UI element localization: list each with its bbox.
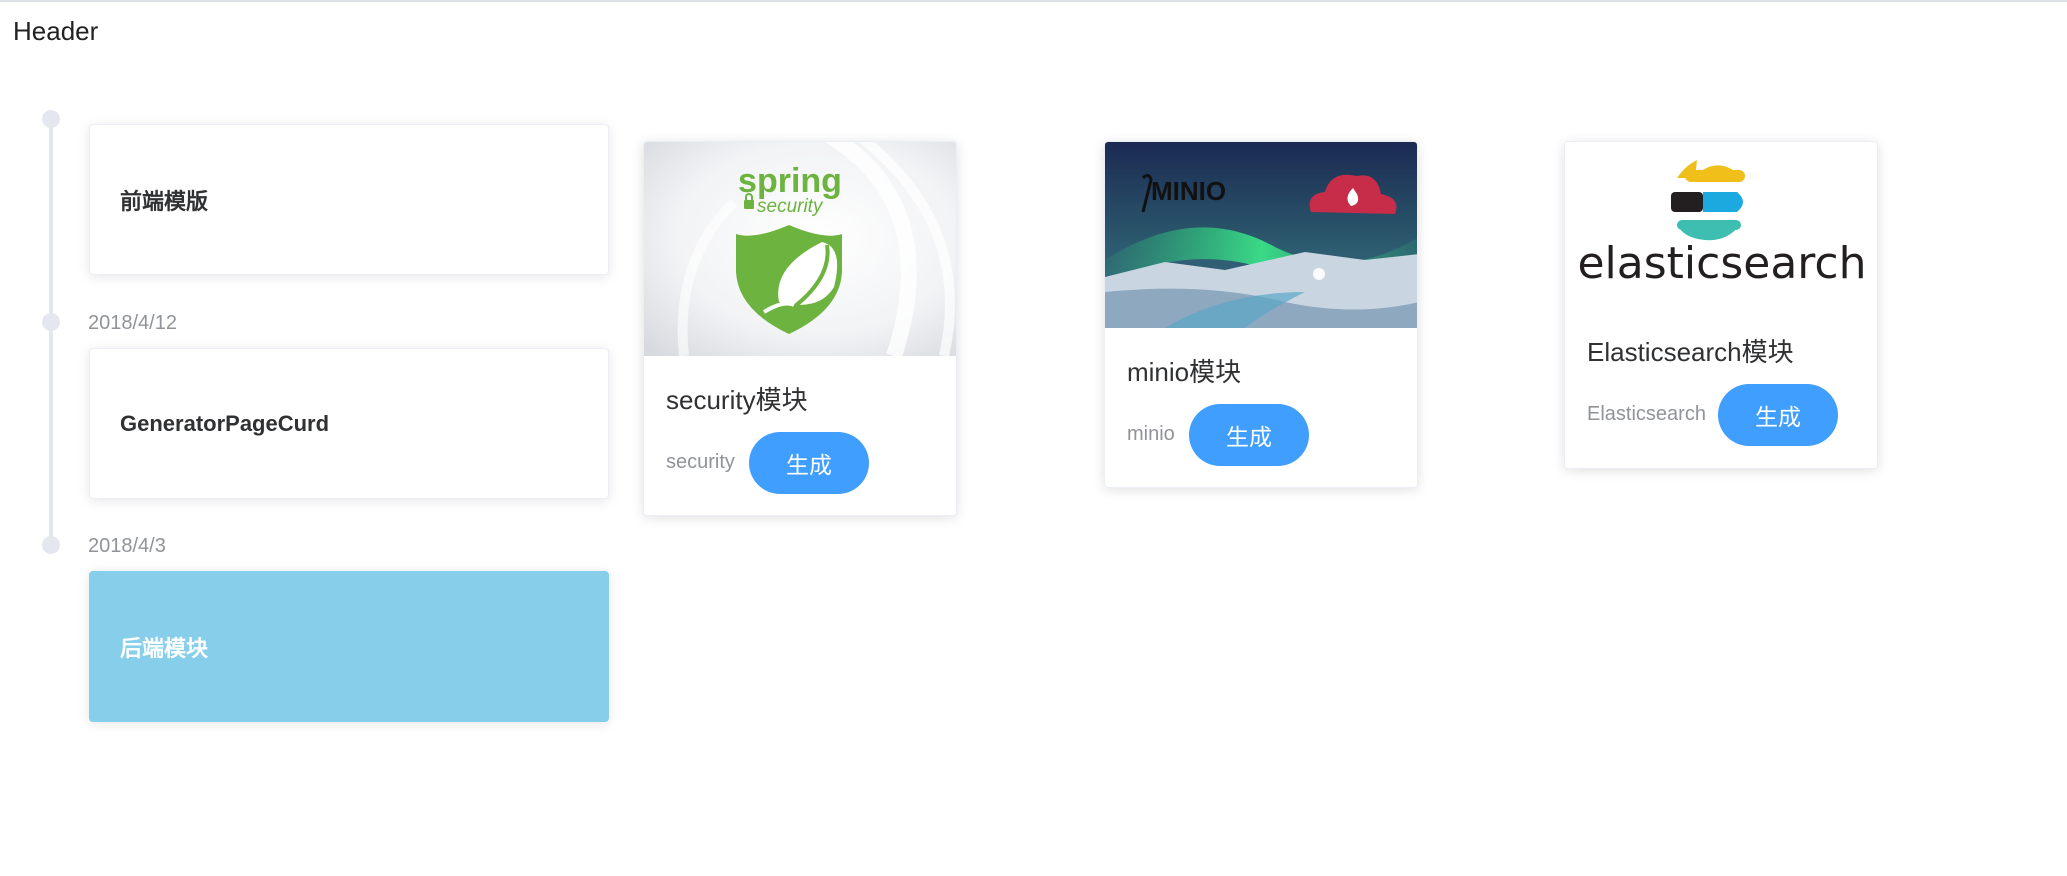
module-title: minio模块: [1127, 357, 1242, 387]
module-tag: Elasticsearch: [1587, 403, 1706, 425]
timeline-card-generator-page-curd[interactable]: GeneratorPageCurd: [89, 348, 609, 499]
timeline-line: [49, 118, 53, 544]
generate-button[interactable]: 生成: [749, 432, 869, 494]
minio-logo: MINIO: [1105, 142, 1417, 328]
module-title: Elasticsearch模块: [1587, 337, 1794, 367]
spring-security-logo: spring security: [644, 142, 956, 356]
svg-text:security: security: [757, 196, 824, 217]
timeline-node: [42, 110, 60, 128]
module-title: security模块: [666, 385, 808, 415]
timeline-node: [42, 313, 60, 331]
timeline-card-title: 后端模块: [120, 635, 209, 661]
generate-button[interactable]: 生成: [1718, 384, 1838, 446]
top-border: [0, 0, 2067, 2]
elasticsearch-logo: elasticsearch: [1565, 142, 1877, 307]
generate-button[interactable]: 生成: [1189, 404, 1309, 466]
svg-text:MINIO: MINIO: [1151, 176, 1226, 206]
timeline-card-frontend-template[interactable]: 前端模版: [89, 124, 609, 275]
timeline-card-title: 前端模版: [120, 188, 209, 214]
timeline-timestamp: 2018/4/3: [88, 535, 166, 557]
svg-text:spring: spring: [738, 162, 842, 200]
module-tag: minio: [1127, 423, 1175, 445]
module-tag: security: [666, 451, 735, 473]
timeline-card-title: GeneratorPageCurd: [120, 410, 330, 436]
module-card-minio: MINIO minio模块 minio 生成: [1104, 141, 1418, 488]
page-header: Header: [13, 16, 99, 46]
timeline-card-backend-module[interactable]: 后端模块: [89, 571, 609, 722]
timeline-node: [42, 536, 60, 554]
svg-text:elasticsearch: elasticsearch: [1577, 238, 1866, 289]
timeline-timestamp: 2018/4/12: [88, 312, 177, 334]
module-card-security: spring security security模块 security 生成: [643, 141, 957, 516]
module-card-elasticsearch: elasticsearch Elasticsearch模块 Elasticsea…: [1564, 141, 1878, 469]
